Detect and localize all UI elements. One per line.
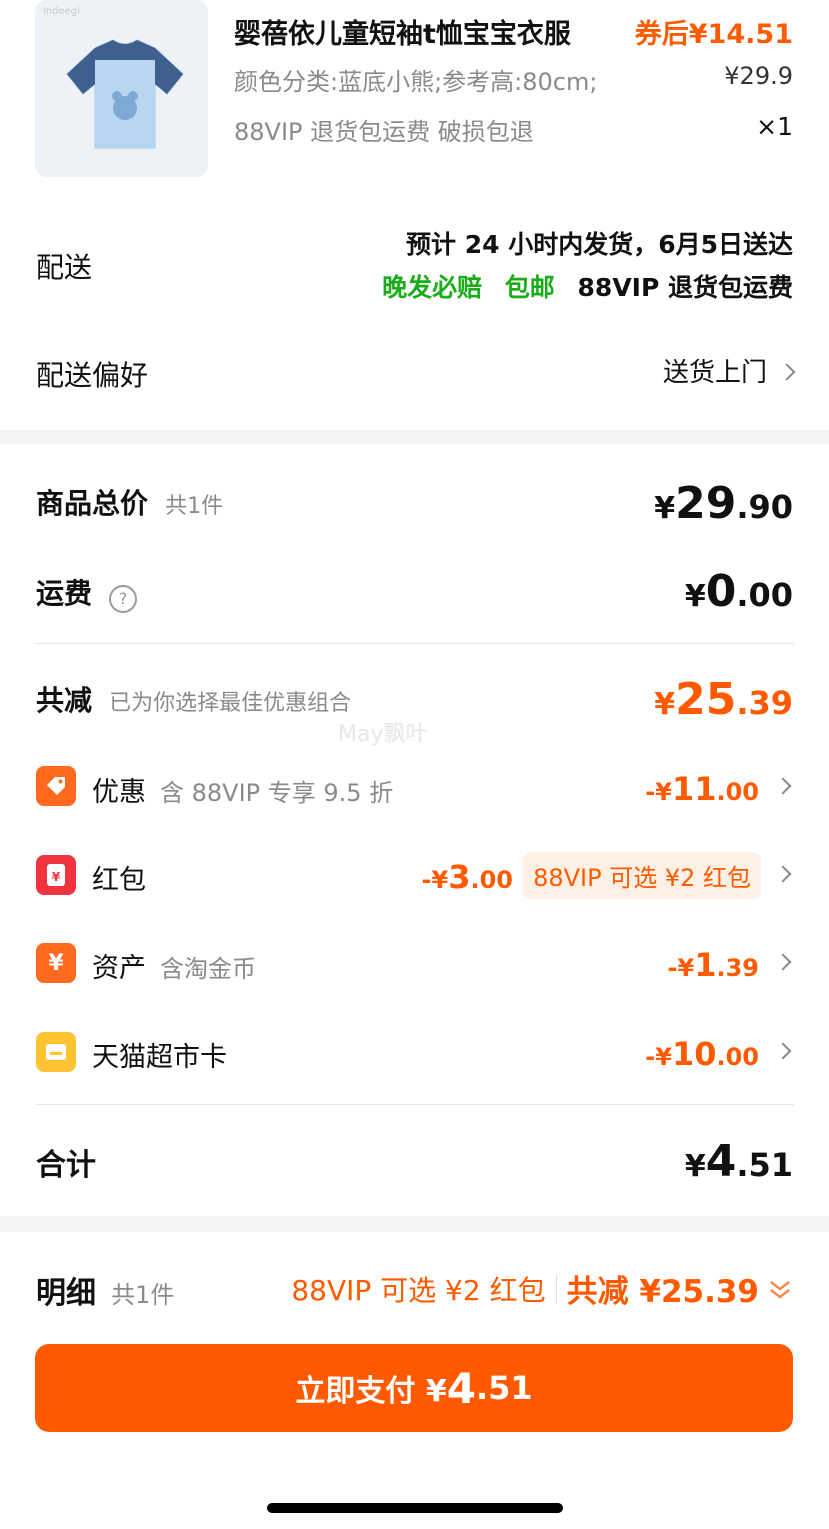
- quantity[interactable]: ×1: [756, 112, 793, 141]
- red-packet-icon: ¥: [36, 855, 76, 895]
- footer-saving-info[interactable]: 88VIP 可选 ¥2 红包 共减 ¥25.39: [291, 1266, 793, 1311]
- card-icon: [36, 1032, 76, 1072]
- product-thumbnail[interactable]: indeegi: [35, 0, 208, 177]
- assets-note: 含淘金币: [160, 955, 256, 983]
- brand-text: indeegi: [43, 6, 80, 17]
- total-label: 合计: [36, 1148, 96, 1183]
- assets-amount: -¥1.39: [667, 946, 759, 984]
- delivery-estimate: 预计 24 小时内发货，6月5日送达: [406, 230, 793, 259]
- pay-now-button[interactable]: 立即支付 ¥4.51: [35, 1344, 793, 1432]
- discount-label-row: 共减 已为你选择最佳优惠组合: [36, 679, 351, 719]
- yuan-coin-icon: ¥: [36, 943, 76, 983]
- service-tags: 88VIP 退货包运费 破损包退: [234, 118, 534, 146]
- home-indicator[interactable]: [267, 1503, 563, 1513]
- total-value: ¥4.51: [684, 1136, 793, 1187]
- footer-vip-offer: 88VIP 可选 ¥2 红包: [291, 1273, 546, 1307]
- svg-text:¥: ¥: [52, 870, 61, 884]
- tmall-card-label: 天猫超市卡: [92, 1042, 227, 1073]
- return-shipping-tag: 88VIP 退货包运费: [577, 273, 793, 302]
- chevron-right-icon: [778, 363, 796, 381]
- expand-chevron-icon: [770, 1280, 790, 1299]
- late-guarantee-tag: 晚发必赔: [382, 273, 483, 302]
- discount-row-tmall-card[interactable]: 天猫超市卡: [92, 1035, 227, 1074]
- shipping-label-row: 运费 ?: [36, 572, 138, 613]
- section-gap: [0, 430, 829, 444]
- tshirt-image: [66, 39, 184, 149]
- shipping-value: ¥0.00: [684, 566, 793, 617]
- product-sku[interactable]: 颜色分类:蓝底小熊;参考高:80cm;: [234, 62, 597, 97]
- preference-selector[interactable]: 送货上门: [662, 352, 796, 389]
- chevron-right-icon[interactable]: [774, 865, 792, 883]
- discount-row-assets[interactable]: 资产 含淘金币: [92, 946, 256, 985]
- discount-value: ¥25.39: [654, 674, 793, 725]
- detail-label: 明细: [36, 1276, 96, 1311]
- detail-toggle[interactable]: 明细 共1件: [36, 1268, 174, 1312]
- discount-row-offer[interactable]: 优惠含 88VIP 专享 9.5 折: [92, 770, 393, 809]
- shipping-label: 运费: [36, 577, 93, 610]
- offer-label: 优惠: [92, 777, 146, 808]
- watermark: May飘叶: [338, 722, 428, 747]
- chevron-right-icon[interactable]: [774, 953, 792, 971]
- chevron-right-icon[interactable]: [774, 1042, 792, 1060]
- divider: [36, 1104, 794, 1105]
- preference-value: 送货上门: [662, 358, 767, 388]
- discount-row-redpacket[interactable]: 红包: [92, 858, 146, 897]
- offer-note: 含 88VIP 专享 9.5 折: [160, 779, 394, 807]
- footer-saving: 共减 ¥25.39: [566, 1274, 759, 1310]
- goods-total-value: ¥29.90: [654, 478, 793, 529]
- tag-icon: [36, 766, 76, 806]
- section-gap: [0, 1216, 829, 1232]
- detail-count: 共1件: [111, 1281, 175, 1309]
- product-title[interactable]: 婴蓓依儿童短袖t恤宝宝衣服: [234, 12, 571, 51]
- divider: [36, 643, 794, 644]
- coupon-price: 券后¥14.51: [634, 19, 793, 50]
- vip-redpacket-pill[interactable]: 88VIP 可选 ¥2 红包: [523, 852, 761, 899]
- help-icon[interactable]: ?: [109, 584, 138, 613]
- redpacket-amount: -¥3.00: [421, 858, 513, 896]
- offer-amount: -¥11.00: [645, 770, 759, 808]
- goods-count: 共1件: [165, 494, 224, 519]
- tmall-card-amount: -¥10.00: [645, 1035, 759, 1073]
- redpacket-label: 红包: [92, 865, 146, 896]
- goods-total-label: 商品总价: [36, 487, 149, 520]
- discount-note: 已为你选择最佳优惠组合: [109, 691, 352, 716]
- free-shipping-tag: 包邮: [504, 273, 555, 302]
- delivery-tags: 晚发必赔 包邮 88VIP 退货包运费: [382, 268, 793, 304]
- delivery-label: 配送: [36, 251, 93, 284]
- original-price: ¥29.9: [724, 62, 793, 90]
- chevron-right-icon[interactable]: [774, 777, 792, 795]
- goods-total-label-row: 商品总价 共1件: [36, 482, 223, 522]
- assets-label: 资产: [92, 953, 146, 984]
- preference-label: 配送偏好: [36, 359, 149, 392]
- discount-label: 共减: [36, 684, 93, 717]
